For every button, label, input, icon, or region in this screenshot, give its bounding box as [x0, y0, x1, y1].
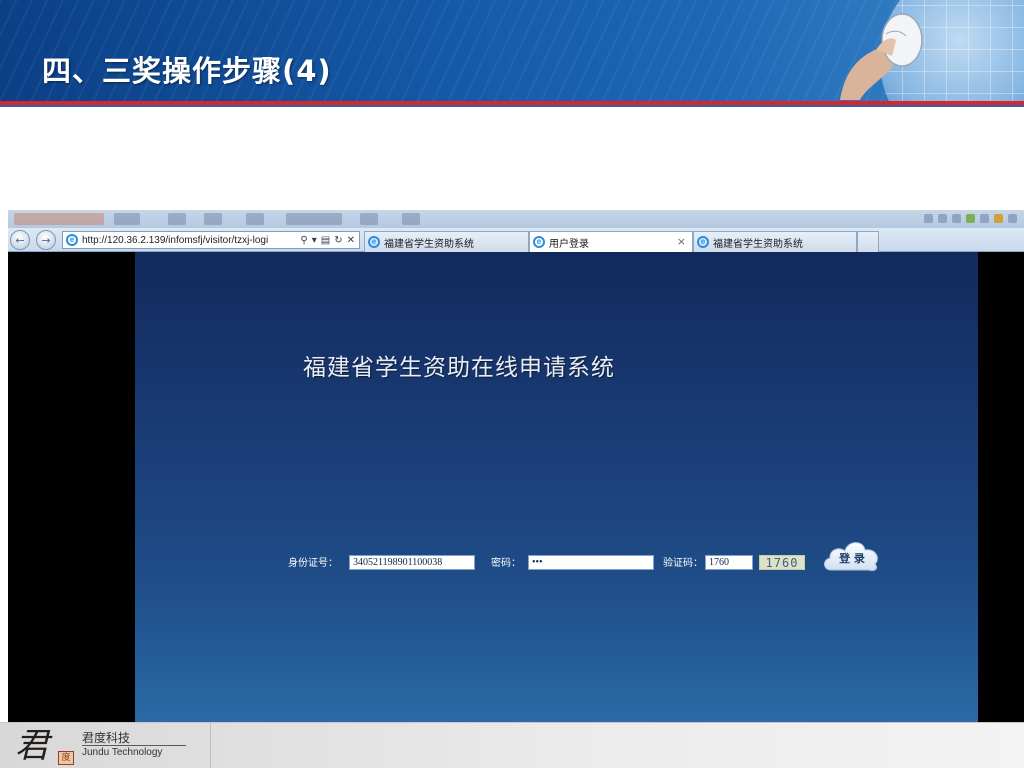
- url-field-icons: ⚲ ▾ ▤ ↻ ✕: [300, 235, 359, 246]
- login-button[interactable]: 登 录: [821, 536, 883, 574]
- url-field[interactable]: e http://120.36.2.139/infomsfj/visitor/t…: [62, 231, 360, 249]
- menu-blur-item[interactable]: [114, 213, 140, 225]
- browser-menu-bar: [8, 210, 1024, 228]
- web-page: 福建省学生资助在线申请系统 身份证号： 密码： 验证码： 1760: [8, 252, 1024, 722]
- hand-mouse-icon: [840, 13, 923, 100]
- login-panel: 福建省学生资助在线申请系统 身份证号： 密码： 验证码： 1760: [135, 252, 978, 722]
- password-label: 密码：: [491, 558, 521, 569]
- stop-icon[interactable]: ✕: [347, 235, 355, 246]
- header-blue-rule: [0, 105, 1024, 107]
- company-name-chinese: 君度科技: [82, 731, 131, 745]
- id-number-input[interactable]: [349, 555, 475, 570]
- ie-page-icon: e: [66, 234, 78, 246]
- menu-blur-item[interactable]: [360, 213, 378, 225]
- new-tab-button[interactable]: [857, 231, 879, 252]
- ie-page-icon: e: [368, 236, 380, 248]
- tray-icon[interactable]: [938, 214, 947, 223]
- browser-screenshot: ← → e http://120.36.2.139/infomsfj/visit…: [8, 210, 1024, 722]
- login-button-label: 登 录: [839, 552, 865, 565]
- tab-label: 福建省学生资助系统: [384, 238, 474, 250]
- tray-icon[interactable]: [1008, 214, 1017, 223]
- refresh-icon[interactable]: ↻: [334, 235, 342, 246]
- jundu-logo-mark: 君: [15, 726, 49, 766]
- compatibility-icon[interactable]: ▤: [321, 235, 330, 246]
- company-name-english: Jundu Technology: [82, 747, 163, 758]
- menu-blur-item[interactable]: [14, 213, 104, 225]
- tray-icon[interactable]: [966, 214, 975, 223]
- menu-blur-item[interactable]: [204, 213, 222, 225]
- close-tab-icon[interactable]: ×: [677, 235, 686, 248]
- tray-icon[interactable]: [952, 214, 961, 223]
- ie-page-icon: e: [697, 236, 709, 248]
- browser-address-bar: ← → e http://120.36.2.139/infomsfj/visit…: [8, 228, 1024, 252]
- slide-title: 四、三奖操作步骤(4): [42, 54, 332, 88]
- tray-icon[interactable]: [980, 214, 989, 223]
- system-title: 福建省学生资助在线申请系统: [303, 355, 615, 381]
- forward-button[interactable]: →: [36, 230, 56, 250]
- tray-icon[interactable]: [994, 214, 1003, 223]
- id-number-label: 身份证号：: [288, 558, 338, 569]
- search-icon[interactable]: ⚲: [300, 235, 307, 246]
- tab-user-login[interactable]: e 用户登录 ×: [529, 231, 693, 252]
- tab-student-aid-1[interactable]: e 福建省学生资助系统: [364, 231, 529, 252]
- dropdown-icon[interactable]: ▾: [312, 235, 317, 246]
- captcha-label: 验证码：: [663, 558, 703, 569]
- footer-bar: 君 度 君度科技 Jundu Technology: [0, 722, 1024, 768]
- tab-label: 福建省学生资助系统: [713, 238, 803, 250]
- logo-underline: [82, 745, 186, 746]
- tab-label: 用户登录: [549, 238, 589, 250]
- password-input[interactable]: [528, 555, 654, 570]
- footer-divider: [210, 723, 211, 768]
- ie-page-icon: e: [533, 236, 545, 248]
- menu-blur-item[interactable]: [246, 213, 264, 225]
- back-button[interactable]: ←: [10, 230, 30, 250]
- menu-blur-item[interactable]: [402, 213, 420, 225]
- menu-blur-item[interactable]: [168, 213, 186, 225]
- slide-header-banner: 四、三奖操作步骤(4): [0, 0, 1024, 104]
- captcha-input[interactable]: [705, 555, 753, 570]
- tray-icon[interactable]: [924, 214, 933, 223]
- url-text: http://120.36.2.139/infomsfj/visitor/tzx…: [82, 234, 269, 246]
- jundu-logo-seal: 度: [58, 751, 74, 765]
- tab-student-aid-2[interactable]: e 福建省学生资助系统: [693, 231, 857, 252]
- captcha-image[interactable]: 1760: [759, 555, 805, 570]
- menu-blur-item[interactable]: [286, 213, 342, 225]
